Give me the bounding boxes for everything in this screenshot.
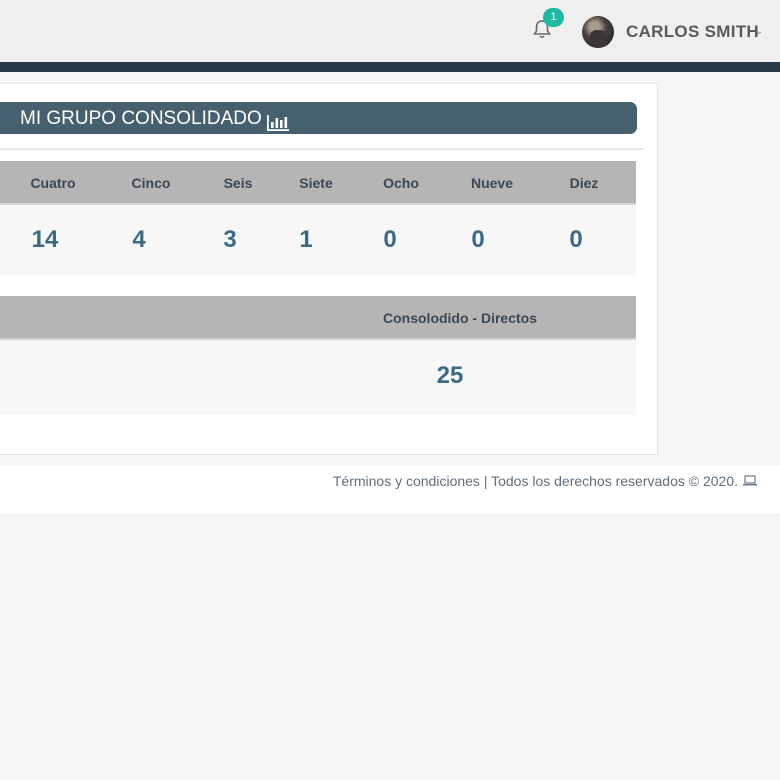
- levels-table-header: Cuatro Cinco Seis Siete Ocho Nueve Diez: [0, 161, 636, 205]
- laptop-icon: [742, 474, 758, 490]
- col-header-consolidado-directos: Consolodido - Directos: [383, 310, 537, 326]
- divider: [0, 148, 644, 150]
- terms-link[interactable]: Términos y condiciones: [333, 473, 480, 489]
- value-diez: 0: [569, 226, 583, 253]
- chevron-down-icon[interactable]: ⌄: [755, 26, 763, 37]
- consolidated-table-header: Consolodido - Directos: [0, 296, 636, 340]
- section-title: MI GRUPO CONSOLIDADO: [20, 108, 262, 129]
- col-header-cinco: Cinco: [131, 175, 171, 191]
- value-consolidado-directos: 25: [436, 362, 464, 389]
- bar-chart-icon: [266, 110, 290, 143]
- footer-text: Términos y condiciones | Todos los derec…: [333, 473, 738, 489]
- col-header-diez: Diez: [569, 175, 599, 191]
- col-header-nueve: Nueve: [470, 175, 514, 191]
- value-siete: 1: [299, 226, 313, 253]
- col-header-cuatro: Cuatro: [30, 175, 76, 191]
- footer: Términos y condiciones | Todos los derec…: [0, 465, 780, 513]
- avatar[interactable]: [582, 16, 614, 48]
- value-cuatro: 14: [31, 226, 59, 253]
- levels-table-row: 14 4 3 1 0 0 0: [0, 205, 636, 275]
- value-cinco: 4: [132, 226, 146, 253]
- value-ocho: 0: [383, 226, 397, 253]
- col-header-siete: Siete: [299, 175, 333, 191]
- user-name[interactable]: CARLOS SMITH: [626, 22, 759, 42]
- col-header-seis: Seis: [223, 175, 253, 191]
- nav-bar: [0, 62, 780, 72]
- section-header: MI GRUPO CONSOLIDADO: [0, 102, 637, 134]
- col-header-ocho: Ocho: [383, 175, 419, 191]
- value-seis: 3: [223, 226, 237, 253]
- notification-badge: 1: [543, 8, 564, 27]
- footer-separator: |: [483, 473, 488, 489]
- top-bar: 1 CARLOS SMITH ⌄: [0, 0, 780, 62]
- value-nueve: 0: [471, 226, 485, 253]
- rights-text: Todos los derechos reservados © 2020.: [491, 473, 738, 489]
- consolidated-table-row: 25: [0, 340, 636, 415]
